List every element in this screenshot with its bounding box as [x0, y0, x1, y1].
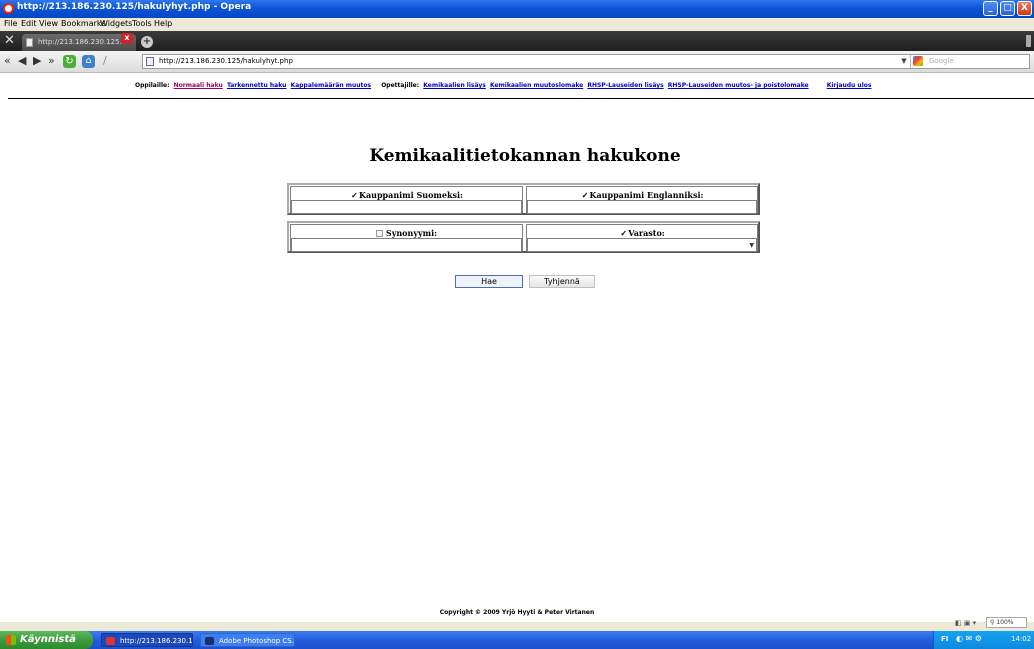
page-title: Kemikaalitietokannan hakukone — [369, 146, 681, 166]
checkbox-unchecked-icon[interactable] — [375, 230, 383, 237]
storage-label: ✓Varasto: — [619, 228, 665, 238]
storage-cell: ✓Varasto: ▼ — [526, 224, 758, 252]
students-label: Oppilaille: — [135, 82, 170, 89]
name-en-cell: ✓Kauppanimi Englanniksi: — [526, 186, 758, 214]
nav-link-edit-rhsp[interactable]: RHSP-Lauseiden muutos- ja poistolomake — [668, 82, 809, 89]
menu-tools[interactable]: Tools — [132, 19, 152, 28]
checkmark-icon[interactable]: ✓ — [350, 190, 359, 200]
status-bar-icons[interactable]: ◧ ▣ ▾ — [955, 619, 976, 627]
tab-bar: ✕ http://213.186.230.125... x + — [0, 31, 1034, 51]
address-toolbar: « ◀ ▶ » ↻ ⌂ / http://213.186.230.125/hak… — [0, 51, 1034, 73]
window-title-bar[interactable]: http://213.186.230.125/hakulyhyt.php - O… — [0, 0, 1034, 18]
name-fields-table: ✓Kauppanimi Suomeksi: ✓Kauppanimi Englan… — [287, 183, 760, 215]
zoom-value: 100% — [996, 619, 1014, 626]
tab-overflow-icon[interactable] — [1026, 35, 1031, 47]
nav-link-normal-search[interactable]: Normaali haku — [174, 82, 223, 89]
menu-help[interactable]: Help — [154, 19, 172, 28]
screen: http://213.186.230.125/hakulyhyt.php - O… — [0, 0, 1034, 649]
copyright-text: Copyright © 2009 Yrjö Hyyti & Peter Virt… — [439, 609, 595, 616]
menu-widgets[interactable]: Widgets — [100, 19, 132, 28]
google-icon[interactable] — [913, 56, 923, 66]
menu-view[interactable]: View — [39, 19, 58, 28]
page-icon — [26, 38, 33, 47]
forward-icon[interactable]: ▶ — [33, 54, 41, 67]
synonym-cell: Synonyymi: — [290, 224, 523, 252]
address-field[interactable]: http://213.186.230.125/hakulyhyt.php ▼ G… — [142, 54, 1030, 69]
page-icon — [146, 57, 154, 66]
name-fi-input[interactable] — [291, 200, 522, 214]
name-fi-label: ✓Kauppanimi Suomeksi: — [350, 190, 463, 200]
name-en-label: ✓Kauppanimi Englanniksi: — [581, 190, 704, 200]
photoshop-icon — [205, 637, 214, 645]
teachers-label: Opettajille: — [381, 82, 420, 89]
checkmark-icon[interactable]: ✓ — [581, 190, 590, 200]
clear-button[interactable]: Tyhjennä — [529, 275, 595, 288]
zoom-control[interactable]: ⚲ 100% — [986, 617, 1027, 628]
nav-link-add-rhsp[interactable]: RHSP-Lauseiden lisäys — [587, 82, 663, 89]
menu-bar: File Edit View Bookmarks Widgets Tools H… — [0, 18, 1034, 31]
search-placeholder: Google — [929, 57, 954, 65]
new-tab-button[interactable]: + — [141, 36, 153, 48]
taskbar-item-opera[interactable]: http://213.186.230.1... — [101, 633, 193, 647]
search-button[interactable]: Hae — [455, 275, 523, 288]
tray-icons[interactable]: ◐ ✉ ⚙ — [956, 634, 982, 643]
nav-link-add-chemicals[interactable]: Kemikaalien lisäys — [423, 82, 486, 89]
edit-pen-icon[interactable]: / — [103, 54, 107, 67]
maximize-button[interactable]: □ — [1000, 1, 1015, 16]
page-content: Oppilaille: Normaali haku Tarkennettu ha… — [8, 74, 1034, 622]
minimize-button[interactable]: _ — [983, 1, 998, 16]
fast-forward-icon[interactable]: » — [48, 54, 55, 67]
synonym-input[interactable] — [291, 238, 522, 252]
menu-edit[interactable]: Edit — [21, 19, 37, 28]
nav-link-advanced-search[interactable]: Tarkennettu haku — [227, 82, 287, 89]
clock: 14:02 — [1011, 635, 1032, 643]
url-text: http://213.186.230.125/hakulyhyt.php — [159, 57, 293, 65]
name-fi-cell: ✓Kauppanimi Suomeksi: — [290, 186, 523, 214]
site-navigation: Oppilaille: Normaali haku Tarkennettu ha… — [135, 82, 873, 89]
tab-current-page[interactable]: http://213.186.230.125... x — [22, 33, 136, 51]
opera-icon — [106, 637, 115, 645]
logout-link[interactable]: Kirjaudu ulos — [827, 82, 872, 89]
zoom-icon: ⚲ — [990, 619, 995, 626]
rewind-icon[interactable]: « — [4, 54, 11, 67]
search-input[interactable]: Google — [910, 55, 1029, 68]
close-window-button[interactable]: X — [1017, 1, 1032, 16]
tools-icon[interactable]: ✕ — [4, 33, 15, 48]
windows-logo-icon — [6, 635, 16, 645]
nav-link-edit-chemicals[interactable]: Kemikaalien muutoslomake — [490, 82, 583, 89]
system-tray: FI ◐ ✉ ⚙ 14:02 — [933, 631, 1034, 649]
back-icon[interactable]: ◀ — [18, 54, 26, 67]
tab-close-icon[interactable]: x — [121, 33, 133, 44]
window-title: http://213.186.230.125/hakulyhyt.php - O… — [17, 2, 252, 12]
menu-bookmarks[interactable]: Bookmarks — [61, 19, 106, 28]
chevron-down-icon[interactable]: ▼ — [898, 55, 910, 68]
reload-icon[interactable]: ↻ — [63, 55, 76, 68]
other-fields-table: Synonyymi: ✓Varasto: ▼ — [287, 221, 760, 253]
home-icon[interactable]: ⌂ — [82, 55, 95, 68]
storage-select[interactable]: ▼ — [527, 238, 757, 252]
divider — [8, 98, 1034, 99]
start-button[interactable]: Käynnistä — [0, 631, 93, 649]
nav-link-quantity-change[interactable]: Kappalemäärän muutos — [291, 82, 372, 89]
name-en-input[interactable] — [527, 200, 757, 214]
synonym-label: Synonyymi: — [291, 228, 522, 238]
taskbar-item-photoshop[interactable]: Adobe Photoshop CS... — [200, 633, 295, 647]
menu-file[interactable]: File — [4, 19, 17, 28]
taskbar: Käynnistä http://213.186.230.1... Adobe … — [0, 631, 1034, 649]
opera-logo-icon — [3, 3, 14, 14]
language-indicator[interactable]: FI — [941, 635, 948, 643]
status-bar — [0, 622, 1034, 631]
tab-label: http://213.186.230.125... — [38, 38, 127, 46]
checkmark-icon[interactable]: ✓ — [619, 228, 628, 238]
chevron-down-icon: ▼ — [749, 242, 754, 249]
